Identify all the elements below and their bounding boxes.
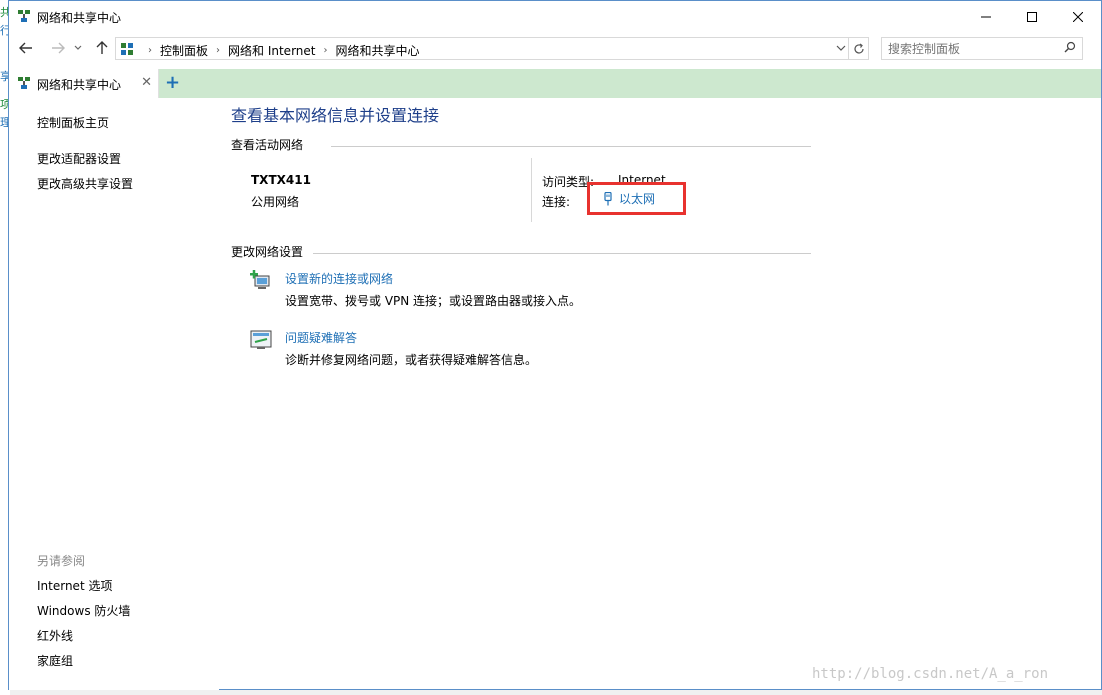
search-icon[interactable]: [1064, 41, 1076, 56]
divider: [531, 158, 532, 222]
setup-new-connection-description: 设置宽带、拨号或 VPN 连接；或设置路由器或接入点。: [285, 294, 582, 308]
search-input[interactable]: [888, 41, 1058, 56]
troubleshoot-link[interactable]: 问题疑难解答: [285, 329, 357, 346]
forward-button[interactable]: [47, 38, 69, 58]
search-box[interactable]: [881, 37, 1083, 60]
breadcrumb-control-panel[interactable]: 控制面板: [160, 42, 208, 59]
chevron-down-icon: [74, 45, 82, 50]
chevron-down-icon: [836, 45, 846, 51]
maximize-button[interactable]: [1009, 1, 1055, 32]
sidebar-item-internet-options[interactable]: Internet 选项: [37, 577, 112, 594]
tab-network-center[interactable]: 网络和共享中心 ✕: [9, 69, 159, 98]
back-button[interactable]: [15, 38, 37, 58]
network-type: 公用网络: [251, 195, 300, 209]
see-also-heading: 另请参阅: [37, 554, 86, 568]
sidebar-item-sharing-settings[interactable]: 更改高级共享设置: [37, 175, 133, 192]
close-button[interactable]: [1055, 1, 1101, 32]
recent-locations-button[interactable]: [71, 38, 85, 58]
network-name: TXTX411: [251, 173, 311, 187]
up-button[interactable]: [91, 38, 113, 58]
title-bar: 网络和共享中心: [9, 1, 1101, 32]
breadcrumb: › 控制面板 › 网络和 Internet › 网络和共享中心: [140, 42, 420, 59]
minimize-button[interactable]: [963, 1, 1009, 32]
sidebar-item-firewall[interactable]: Windows 防火墙: [37, 602, 130, 619]
address-bar[interactable]: › 控制面板 › 网络和 Internet › 网络和共享中心: [115, 37, 869, 60]
control-panel-window: 网络和共享中心 › 控制面板 › 网络和 Internet › 网络和共享中心 …: [8, 0, 1102, 690]
setup-new-connection-link[interactable]: 设置新的连接或网络: [285, 270, 393, 287]
highlight-box: [587, 182, 686, 215]
main-content: 查看基本网络信息并设置连接 查看活动网络 TXTX411 公用网络 访问类型: …: [231, 98, 1102, 690]
arrow-right-icon: [52, 42, 65, 54]
active-networks-heading: 查看活动网络: [231, 138, 304, 152]
divider: [313, 253, 811, 254]
connections-label: 连接:: [542, 195, 571, 209]
sidebar: 控制面板主页 更改适配器设置 更改高级共享设置 另请参阅 Internet 选项…: [9, 98, 219, 690]
close-icon: [1073, 11, 1083, 22]
change-settings-heading: 更改网络设置: [231, 245, 304, 259]
new-connection-icon: [250, 270, 270, 289]
sidebar-item-control-panel-home[interactable]: 控制面板主页: [37, 114, 109, 131]
network-center-icon: [18, 10, 30, 22]
breadcrumb-separator-icon: ›: [216, 45, 221, 56]
tab-label: 网络和共享中心: [37, 78, 122, 92]
arrow-left-icon: [19, 42, 32, 54]
refresh-icon: [853, 43, 864, 54]
divider: [331, 146, 811, 147]
arrow-up-icon: [96, 41, 108, 54]
maximize-icon: [1027, 11, 1037, 22]
address-dropdown-button[interactable]: [836, 41, 846, 58]
breadcrumb-network-internet[interactable]: 网络和 Internet: [228, 42, 315, 59]
watermark: http://blog.csdn.net/A_a_ron: [812, 666, 1049, 682]
page-title: 查看基本网络信息并设置连接: [231, 106, 440, 125]
breadcrumb-separator-icon: ›: [148, 45, 152, 56]
minimize-icon: [981, 16, 991, 17]
sidebar-item-adapter-settings[interactable]: 更改适配器设置: [37, 150, 121, 167]
troubleshoot-description: 诊断并修复网络问题，或者获得疑难解答信息。: [285, 353, 538, 367]
network-center-icon: [18, 77, 30, 89]
window-title: 网络和共享中心: [37, 11, 122, 25]
control-panel-icon: [121, 43, 133, 55]
troubleshoot-icon: [250, 330, 272, 349]
refresh-button[interactable]: [848, 38, 868, 59]
sidebar-item-infrared[interactable]: 红外线: [37, 627, 73, 644]
navigation-bar: › 控制面板 › 网络和 Internet › 网络和共享中心: [9, 32, 1101, 64]
tab-close-icon[interactable]: ✕: [141, 75, 152, 90]
new-tab-button[interactable]: +: [165, 72, 180, 93]
breadcrumb-network-center[interactable]: 网络和共享中心: [335, 42, 419, 59]
breadcrumb-separator-icon: ›: [323, 45, 328, 56]
sidebar-item-homegroup[interactable]: 家庭组: [37, 652, 73, 669]
tab-bar: 网络和共享中心 ✕ +: [9, 69, 1101, 98]
